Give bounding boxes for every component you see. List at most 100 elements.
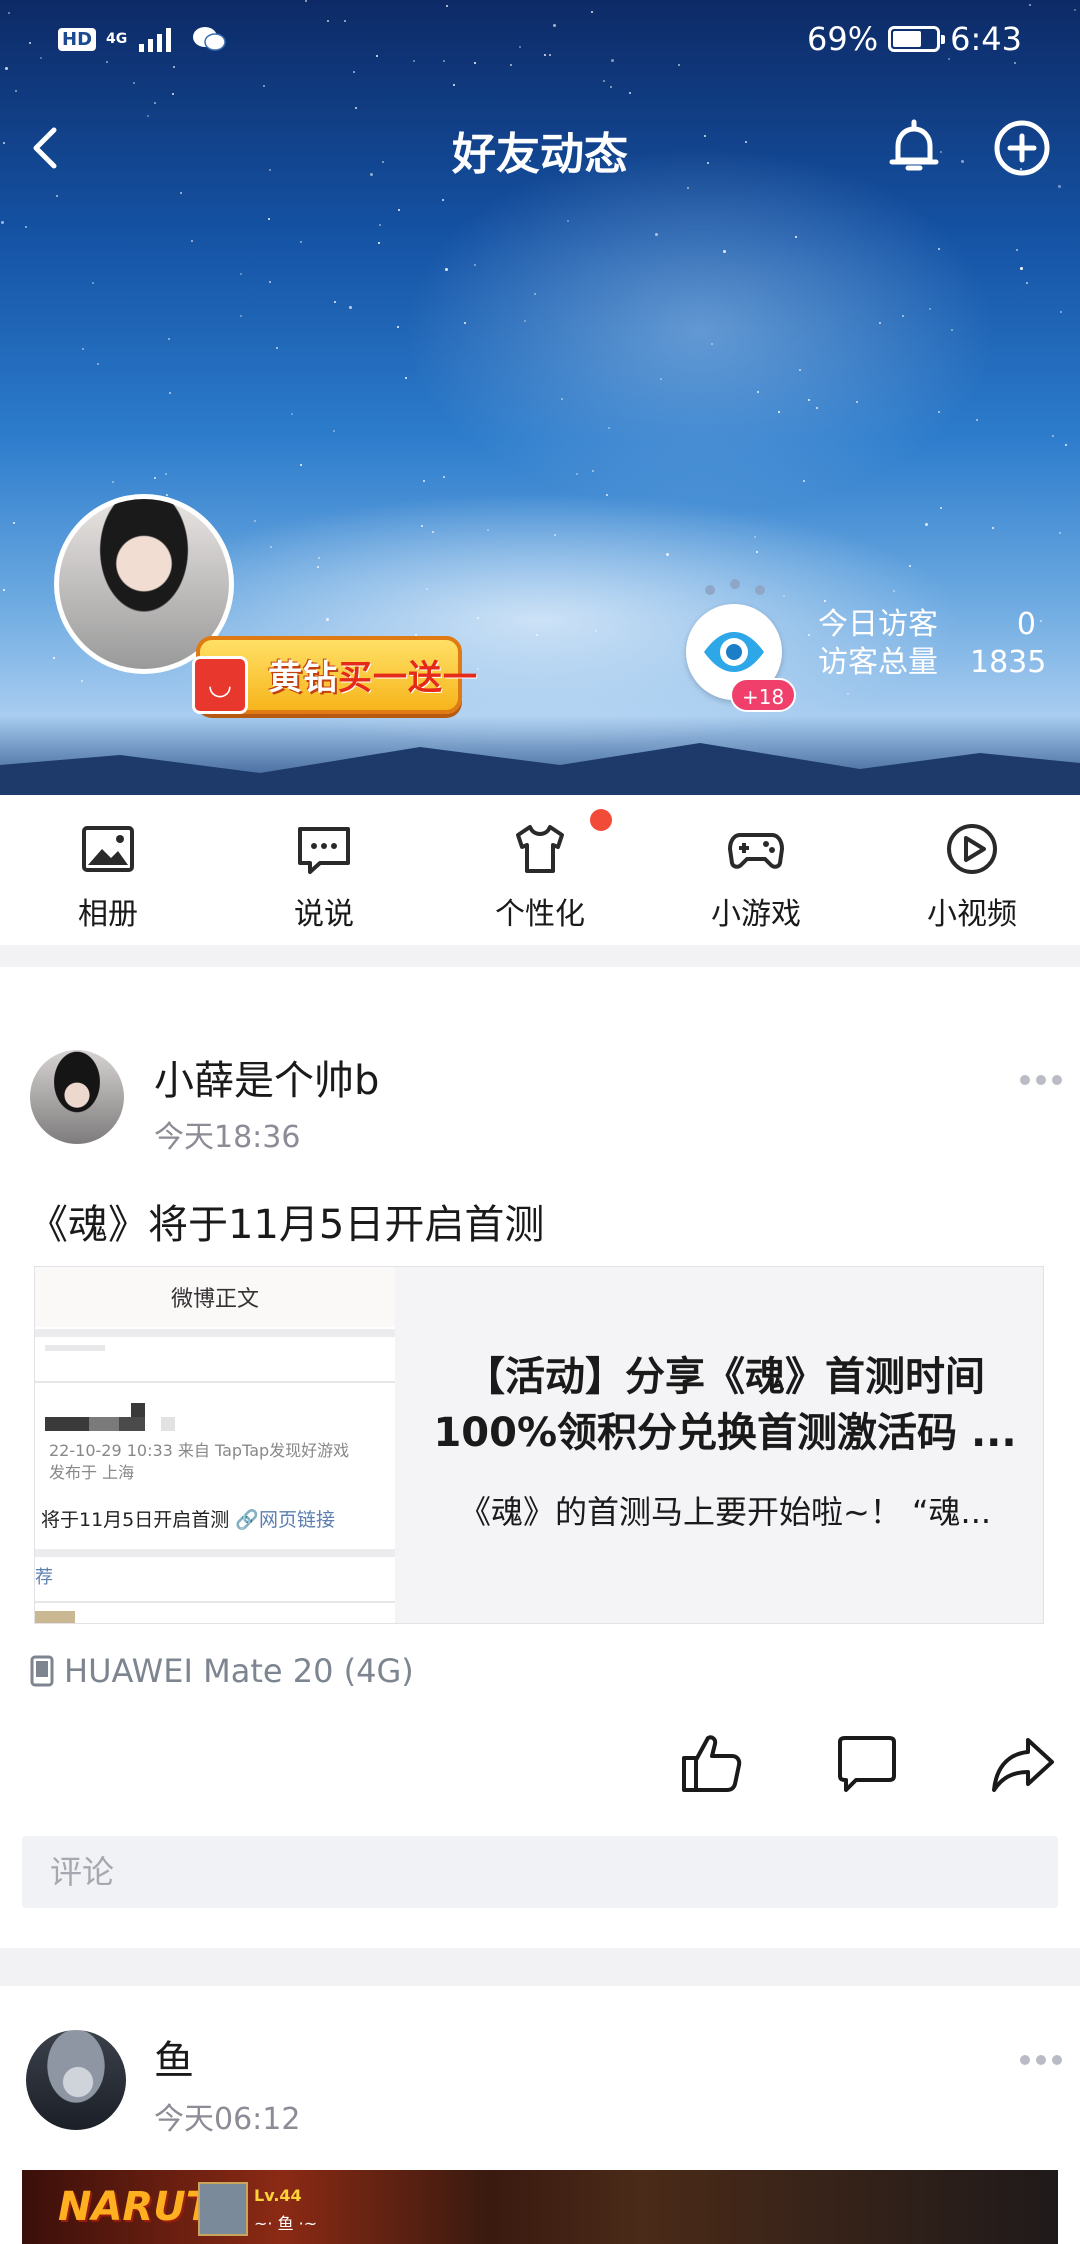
star-dot [856,401,858,403]
star-dot [799,369,801,371]
status-right: 69% 6:43 [807,20,1022,58]
post-author-name[interactable]: 鱼 [154,2028,194,2086]
star-dot [1016,249,1018,251]
thumb-content-text: 将于11月5日开启首测 [41,1509,230,1531]
star-dot [474,264,476,266]
thumb-content: 将于11月5日开启首测 🔗网页链接 [41,1505,335,1532]
star-dot [445,268,448,271]
star-dot [423,480,425,482]
hd-badge: HD [58,27,97,51]
star-dot [879,322,881,324]
star-dot [82,348,84,350]
quick-menu-mini-games[interactable]: 小游戏 [648,795,864,945]
star-dot [711,343,713,345]
quick-menu-label: 说说 [294,897,354,932]
star-dot [660,378,662,380]
star-dot [477,617,479,619]
post-author-avatar[interactable] [26,2030,126,2130]
gamepad-icon [728,833,784,869]
star-dot [97,363,99,365]
star-dot [976,419,978,421]
like-icon[interactable] [678,1730,744,1796]
star-dot [355,107,357,109]
star-dot [326,618,329,621]
wechat-icon [193,27,226,51]
star-dot [757,391,759,393]
star-dot [397,326,399,328]
star-dot [254,520,256,522]
visitor-stats[interactable]: 今日访客 0 访客总量 1835 [818,606,1046,682]
quick-menu-personalize[interactable]: 个性化 [432,795,648,945]
star-dot [816,407,818,409]
device-info: HUAWEI Mate 20 (4G) [30,1652,414,1690]
blurred-text [45,1345,105,1351]
blurred-text [161,1417,175,1431]
star-dot [56,195,58,197]
star-dot [398,209,400,211]
star-dot [81,680,83,682]
star-dot [666,553,669,556]
notification-dot [590,809,612,831]
star-dot [453,84,455,86]
quick-menu-label: 小游戏 [711,897,801,932]
star-dot [268,218,270,220]
post-author-name[interactable]: 小薛是个帅b [154,1048,379,1106]
star-dot [263,85,265,87]
blurred-text [131,1403,145,1417]
star-dot [554,534,556,536]
blurred-text [119,1417,145,1431]
share-icon[interactable] [990,1730,1056,1796]
quick-menu-label: 相册 [78,897,138,932]
star-dot [92,282,94,284]
star-dot [909,565,911,567]
post-author-avatar[interactable] [30,1050,124,1144]
star-dot [421,525,423,527]
visitor-crown-icon [705,579,765,595]
vip-promo-text[interactable]: 黄钻买一送一 [268,650,478,699]
shared-link-card[interactable]: 微博正文 22-10-29 10:33 来自 TapTap发现好游戏 发布于 上… [34,1266,1044,1624]
message-icon [298,827,350,874]
bell-icon[interactable] [882,116,946,180]
more-options-icon[interactable] [1016,2050,1066,2070]
app-root: HD 4G 69% 6:43 好友动态 ◡ 黄钻买一送一 +18 今日访客 0 … [0,0,1080,2244]
quick-menu-album[interactable]: 相册 [0,795,216,945]
comment-icon[interactable] [834,1730,900,1796]
star-dot [561,398,563,400]
star-dot [1052,435,1054,437]
photo-icon [82,826,134,872]
visitors-total-label: 访客总量 [818,645,938,680]
star-dot [610,86,612,88]
star-dot [592,470,594,472]
battery-percent: 69% [807,20,879,58]
thumb-recommend: 荐 [35,1567,53,1588]
star-dot [165,473,167,475]
plus-circle-icon[interactable] [990,116,1054,180]
status-bar: HD 4G 69% 6:43 [0,0,1080,80]
more-options-icon[interactable] [1016,1070,1066,1090]
star-dot [1,221,4,224]
star-dot [524,320,526,322]
star-dot [808,634,810,636]
thumb-location: 发布于 上海 [49,1463,135,1482]
thumb-web-link: 🔗网页链接 [235,1509,335,1531]
shopping-bag-icon: ◡ [192,656,248,714]
star-dot [567,220,569,222]
visitors-total-value: 1835 [970,645,1047,680]
star-dot [378,242,380,244]
star-dot [334,301,336,303]
star-dot [318,557,320,559]
quick-menu-short-videos[interactable]: 小视频 [864,795,1080,945]
star-dot [349,306,352,309]
star-dot [606,494,608,496]
thumb-divider [35,1381,395,1383]
comment-input[interactable]: 评论 [22,1836,1058,1908]
star-dot [1058,185,1061,188]
star-dot [15,90,17,92]
game-share-banner[interactable]: NARUTO Lv.44 ~· 鱼 ·~ [22,2170,1058,2244]
quick-menu-moments[interactable]: 说说 [216,795,432,945]
blurred-text [89,1417,119,1431]
star-dot [1060,311,1062,313]
star-dot [269,281,271,283]
star-dot [379,224,381,226]
thumb-divider [35,1549,395,1557]
